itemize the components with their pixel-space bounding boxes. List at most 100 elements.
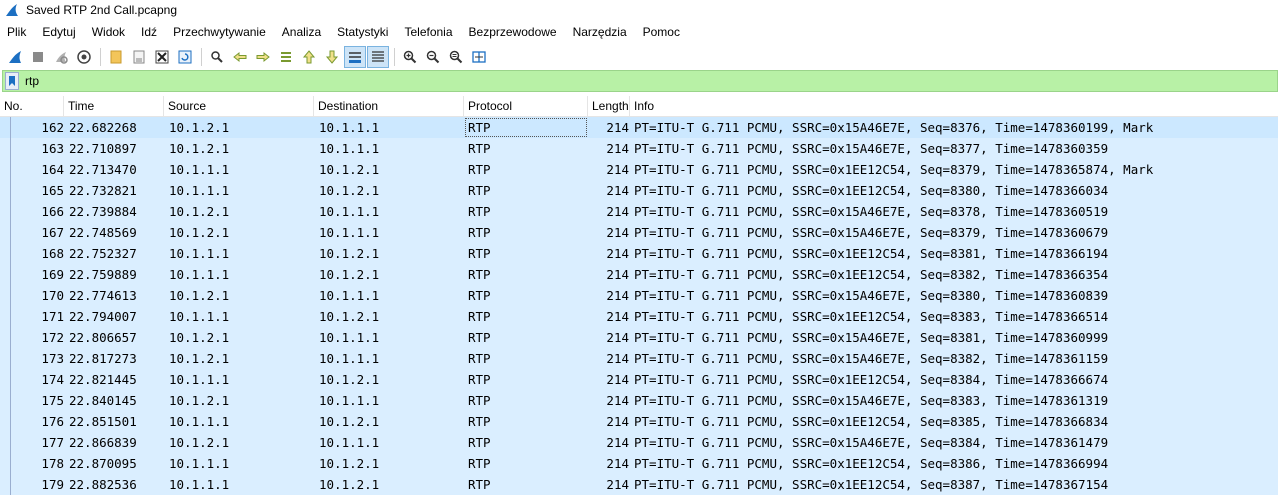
reload-icon[interactable] bbox=[174, 46, 196, 68]
colorize-icon[interactable] bbox=[367, 45, 389, 68]
packet-time: 22.682268 bbox=[69, 120, 137, 135]
column-header-time[interactable]: Time bbox=[64, 96, 164, 117]
packet-destination: 10.1.2.1 bbox=[319, 372, 380, 387]
menu-statistics[interactable]: Statystyki bbox=[329, 22, 396, 42]
packet-row[interactable]: 165 22.732821 10.1.1.1 10.1.2.1 RTP 214 … bbox=[0, 180, 1278, 201]
packet-no: 167 bbox=[41, 225, 64, 240]
packet-row[interactable]: 171 22.794007 10.1.1.1 10.1.2.1 RTP 214 … bbox=[0, 306, 1278, 327]
zoom-normal-icon[interactable] bbox=[445, 46, 467, 68]
menu-edit[interactable]: Edytuj bbox=[34, 22, 83, 42]
packet-protocol: RTP bbox=[468, 288, 491, 303]
packet-row[interactable]: 164 22.713470 10.1.1.1 10.1.2.1 RTP 214 … bbox=[0, 159, 1278, 180]
packet-row[interactable]: 170 22.774613 10.1.2.1 10.1.1.1 RTP 214 … bbox=[0, 285, 1278, 306]
title-bar: Saved RTP 2nd Call.pcapng bbox=[0, 0, 1278, 20]
packet-time: 22.870095 bbox=[69, 456, 137, 471]
packet-row[interactable]: 163 22.710897 10.1.2.1 10.1.1.1 RTP 214 … bbox=[0, 138, 1278, 159]
packet-time: 22.817273 bbox=[69, 351, 137, 366]
packet-destination: 10.1.1.1 bbox=[319, 393, 380, 408]
menu-telephony[interactable]: Telefonia bbox=[396, 22, 460, 42]
packet-row[interactable]: 178 22.870095 10.1.1.1 10.1.2.1 RTP 214 … bbox=[0, 453, 1278, 474]
packet-destination: 10.1.1.1 bbox=[319, 435, 380, 450]
menu-capture[interactable]: Przechwytywanie bbox=[165, 22, 274, 42]
open-file-icon[interactable] bbox=[105, 46, 127, 68]
packet-row[interactable]: 179 22.882536 10.1.1.1 10.1.2.1 RTP 214 … bbox=[0, 474, 1278, 495]
resize-columns-icon[interactable] bbox=[468, 46, 490, 68]
autoscroll-icon[interactable] bbox=[344, 45, 366, 68]
bookmark-icon[interactable] bbox=[5, 72, 19, 90]
packet-destination: 10.1.1.1 bbox=[319, 141, 380, 156]
packet-source: 10.1.2.1 bbox=[169, 120, 230, 135]
column-header-length[interactable]: Length bbox=[588, 96, 630, 117]
packet-source: 10.1.1.1 bbox=[169, 477, 230, 492]
menu-help[interactable]: Pomoc bbox=[635, 22, 688, 42]
packet-time: 22.752327 bbox=[69, 246, 137, 261]
options-icon[interactable] bbox=[73, 46, 95, 68]
packet-row[interactable]: 175 22.840145 10.1.2.1 10.1.1.1 RTP 214 … bbox=[0, 390, 1278, 411]
column-header-no[interactable]: No. bbox=[0, 96, 64, 117]
packet-info: PT=ITU-T G.711 PCMU, SSRC=0x1EE12C54, Se… bbox=[634, 372, 1109, 387]
packet-destination: 10.1.1.1 bbox=[319, 225, 380, 240]
toolbar-separator bbox=[394, 47, 395, 66]
packet-source: 10.1.2.1 bbox=[169, 393, 230, 408]
zoom-in-icon[interactable] bbox=[399, 46, 421, 68]
column-header-source[interactable]: Source bbox=[164, 96, 314, 117]
packet-destination: 10.1.1.1 bbox=[319, 351, 380, 366]
packet-destination: 10.1.1.1 bbox=[319, 204, 380, 219]
packet-no: 177 bbox=[41, 435, 64, 450]
first-packet-icon[interactable] bbox=[298, 46, 320, 68]
packet-info: PT=ITU-T G.711 PCMU, SSRC=0x15A46E7E, Se… bbox=[634, 120, 1154, 135]
menu-tools[interactable]: Narzędzia bbox=[565, 22, 635, 42]
packet-destination: 10.1.2.1 bbox=[319, 309, 380, 324]
zoom-out-icon[interactable] bbox=[422, 46, 444, 68]
column-header-info[interactable]: Info bbox=[630, 96, 1278, 117]
column-header-protocol[interactable]: Protocol bbox=[464, 96, 588, 117]
stop-icon[interactable] bbox=[27, 46, 49, 68]
packet-row[interactable]: 173 22.817273 10.1.2.1 10.1.1.1 RTP 214 … bbox=[0, 348, 1278, 369]
packet-destination: 10.1.2.1 bbox=[319, 183, 380, 198]
last-packet-icon[interactable] bbox=[321, 46, 343, 68]
packet-info: PT=ITU-T G.711 PCMU, SSRC=0x15A46E7E, Se… bbox=[634, 393, 1109, 408]
packet-destination: 10.1.2.1 bbox=[319, 246, 380, 261]
go-to-packet-icon[interactable] bbox=[275, 46, 297, 68]
menu-file[interactable]: Plik bbox=[0, 22, 34, 42]
menu-wireless[interactable]: Bezprzewodowe bbox=[461, 22, 565, 42]
packet-row[interactable]: 167 22.748569 10.1.2.1 10.1.1.1 RTP 214 … bbox=[0, 222, 1278, 243]
packet-protocol: RTP bbox=[468, 372, 491, 387]
menu-view[interactable]: Widok bbox=[84, 22, 133, 42]
packet-protocol: RTP bbox=[468, 414, 491, 429]
go-back-icon[interactable] bbox=[229, 46, 251, 68]
menu-go[interactable]: Idź bbox=[133, 22, 165, 42]
packet-protocol: RTP bbox=[468, 183, 491, 198]
packet-row[interactable]: 174 22.821445 10.1.1.1 10.1.2.1 RTP 214 … bbox=[0, 369, 1278, 390]
packet-source: 10.1.2.1 bbox=[169, 435, 230, 450]
packet-row[interactable]: 168 22.752327 10.1.1.1 10.1.2.1 RTP 214 … bbox=[0, 243, 1278, 264]
menu-analyze[interactable]: Analiza bbox=[274, 22, 329, 42]
packet-length: 214 bbox=[606, 288, 629, 303]
shark-fin-start-icon[interactable] bbox=[4, 46, 26, 68]
packet-row[interactable]: 169 22.759889 10.1.1.1 10.1.2.1 RTP 214 … bbox=[0, 264, 1278, 285]
restart-icon[interactable] bbox=[50, 46, 72, 68]
packet-time: 22.851501 bbox=[69, 414, 137, 429]
packet-info: PT=ITU-T G.711 PCMU, SSRC=0x15A46E7E, Se… bbox=[634, 435, 1109, 450]
packet-protocol: RTP bbox=[468, 435, 491, 450]
packet-info: PT=ITU-T G.711 PCMU, SSRC=0x15A46E7E, Se… bbox=[634, 141, 1109, 156]
packet-protocol: RTP bbox=[468, 204, 491, 219]
column-header-destination[interactable]: Destination bbox=[314, 96, 464, 117]
packet-no: 166 bbox=[41, 204, 64, 219]
main-toolbar bbox=[0, 44, 1278, 69]
packet-row[interactable]: 177 22.866839 10.1.2.1 10.1.1.1 RTP 214 … bbox=[0, 432, 1278, 453]
packet-row[interactable]: 176 22.851501 10.1.1.1 10.1.2.1 RTP 214 … bbox=[0, 411, 1278, 432]
save-file-icon[interactable] bbox=[128, 46, 150, 68]
packet-time: 22.710897 bbox=[69, 141, 137, 156]
packet-row[interactable]: 172 22.806657 10.1.2.1 10.1.1.1 RTP 214 … bbox=[0, 327, 1278, 348]
packet-info: PT=ITU-T G.711 PCMU, SSRC=0x1EE12C54, Se… bbox=[634, 477, 1109, 492]
go-forward-icon[interactable] bbox=[252, 46, 274, 68]
find-icon[interactable] bbox=[206, 46, 228, 68]
packet-row[interactable]: 166 22.739884 10.1.2.1 10.1.1.1 RTP 214 … bbox=[0, 201, 1278, 222]
close-file-icon[interactable] bbox=[151, 46, 173, 68]
packet-length: 214 bbox=[606, 477, 629, 492]
packet-row[interactable]: 162 22.682268 10.1.2.1 10.1.1.1 RTP 214 … bbox=[0, 117, 1278, 138]
display-filter-input[interactable] bbox=[25, 72, 1225, 90]
packet-destination: 10.1.2.1 bbox=[319, 456, 380, 471]
packet-info: PT=ITU-T G.711 PCMU, SSRC=0x15A46E7E, Se… bbox=[634, 225, 1109, 240]
